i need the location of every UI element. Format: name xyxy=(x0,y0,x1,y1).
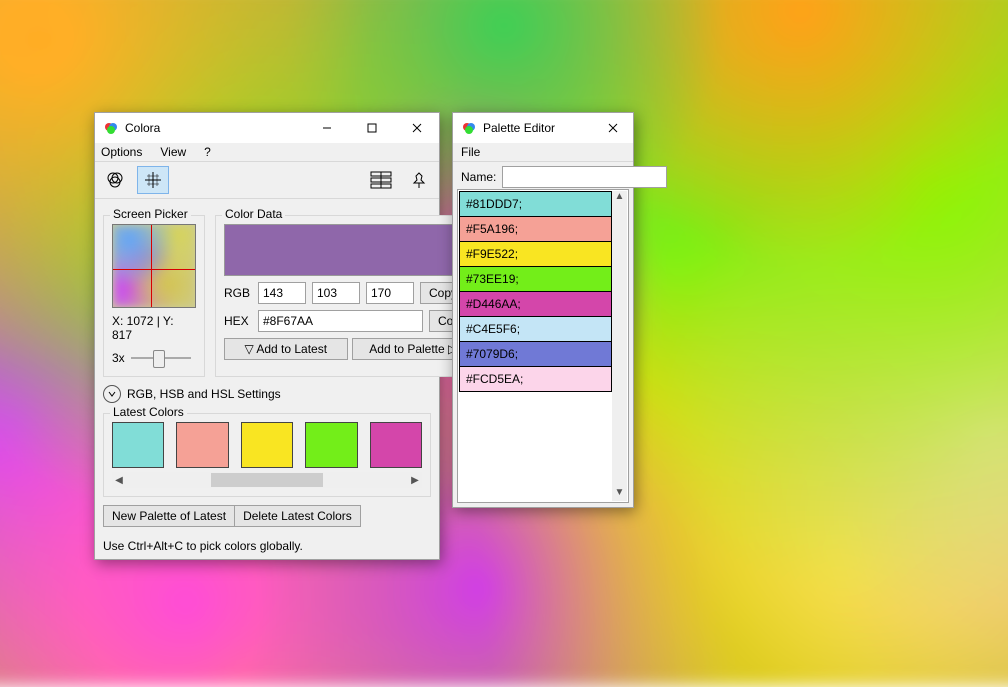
titlebar[interactable]: Colora xyxy=(95,113,439,143)
zoom-label: 3x xyxy=(112,351,125,365)
latest-swatch[interactable] xyxy=(176,422,228,468)
crosshair-icon[interactable] xyxy=(137,166,169,194)
chevron-down-icon xyxy=(103,385,121,403)
window-title: Colora xyxy=(125,121,160,135)
menubar: File xyxy=(453,143,633,162)
palette-row[interactable]: #73EE19; xyxy=(459,266,612,292)
close-button[interactable] xyxy=(394,113,439,143)
maximize-button[interactable] xyxy=(349,113,394,143)
screen-picker-label: Screen Picker xyxy=(110,207,191,221)
delete-latest-button[interactable]: Delete Latest Colors xyxy=(235,505,361,527)
status-bar: Use Ctrl+Alt+C to pick colors globally. xyxy=(95,533,439,559)
palette-editor-window: Palette Editor File Name: #81DDD7;#F5A19… xyxy=(452,112,634,508)
palette-row[interactable]: #F5A196; xyxy=(459,216,612,242)
latest-swatch[interactable] xyxy=(370,422,422,468)
scroll-up-icon[interactable]: ▲ xyxy=(615,191,625,205)
settings-expander[interactable]: RGB, HSB and HSL Settings xyxy=(103,385,431,403)
close-button[interactable] xyxy=(593,113,633,143)
app-icon xyxy=(103,120,119,136)
menu-file[interactable]: File xyxy=(461,145,480,159)
rgb-b-input[interactable] xyxy=(366,282,414,304)
palette-row[interactable]: #C4E5F6; xyxy=(459,316,612,342)
palette-list: #81DDD7;#F5A196;#F9E522;#73EE19;#D446AA;… xyxy=(457,189,629,503)
vertical-scrollbar[interactable]: ▲ ▼ xyxy=(612,191,627,501)
minimize-button[interactable] xyxy=(304,113,349,143)
palette-name-input[interactable] xyxy=(502,166,667,188)
latest-swatch[interactable] xyxy=(241,422,293,468)
rgb-r-input[interactable] xyxy=(258,282,306,304)
palette-row[interactable]: #FCD5EA; xyxy=(459,366,612,392)
menu-view[interactable]: View xyxy=(160,145,186,159)
rgb-label: RGB xyxy=(224,286,252,300)
latest-colors-group: Latest Colors ◀ ▶ xyxy=(103,413,431,497)
titlebar[interactable]: Palette Editor xyxy=(453,113,633,143)
toolbar xyxy=(95,162,439,199)
window-title: Palette Editor xyxy=(483,121,555,135)
latest-swatch[interactable] xyxy=(112,422,164,468)
picker-coordinates: X: 1072 | Y: 817 xyxy=(112,314,196,342)
menu-options[interactable]: Options xyxy=(101,145,142,159)
palette-row[interactable]: #81DDD7; xyxy=(459,191,612,217)
palette-row[interactable]: #7079D6; xyxy=(459,341,612,367)
scroll-right-icon[interactable]: ▶ xyxy=(408,472,422,488)
hex-label: HEX xyxy=(224,314,252,328)
menubar: Options View ? xyxy=(95,143,439,162)
latest-scrollbar[interactable]: ◀ ▶ xyxy=(112,472,422,488)
screen-picker-group: Screen Picker X: 1072 | Y: 817 3x xyxy=(103,215,205,377)
menu-help[interactable]: ? xyxy=(204,145,211,159)
colora-window: Colora Options View ? Screen Picker xyxy=(94,112,440,560)
scroll-left-icon[interactable]: ◀ xyxy=(112,472,126,488)
name-label: Name: xyxy=(461,170,496,184)
hex-input[interactable] xyxy=(258,310,423,332)
pin-icon[interactable] xyxy=(403,166,435,194)
new-palette-button[interactable]: New Palette of Latest xyxy=(103,505,235,527)
palette-row[interactable]: #F9E522; xyxy=(459,241,612,267)
palette-list-icon[interactable] xyxy=(365,166,397,194)
rgb-g-input[interactable] xyxy=(312,282,360,304)
screen-picker-view[interactable] xyxy=(112,224,196,308)
color-data-label: Color Data xyxy=(222,207,285,221)
app-icon xyxy=(461,120,477,136)
latest-swatch[interactable] xyxy=(305,422,357,468)
zoom-slider[interactable] xyxy=(131,348,191,368)
scroll-down-icon[interactable]: ▼ xyxy=(615,487,625,501)
settings-label: RGB, HSB and HSL Settings xyxy=(127,387,281,401)
color-data-group: Color Data RGB Copy HEX Copy ▽ Add to La… xyxy=(215,215,484,377)
latest-colors-label: Latest Colors xyxy=(110,405,187,419)
current-color-swatch xyxy=(224,224,475,276)
palette-row[interactable]: #D446AA; xyxy=(459,291,612,317)
add-to-latest-button[interactable]: ▽ Add to Latest xyxy=(224,338,348,360)
venn-icon[interactable] xyxy=(99,166,131,194)
